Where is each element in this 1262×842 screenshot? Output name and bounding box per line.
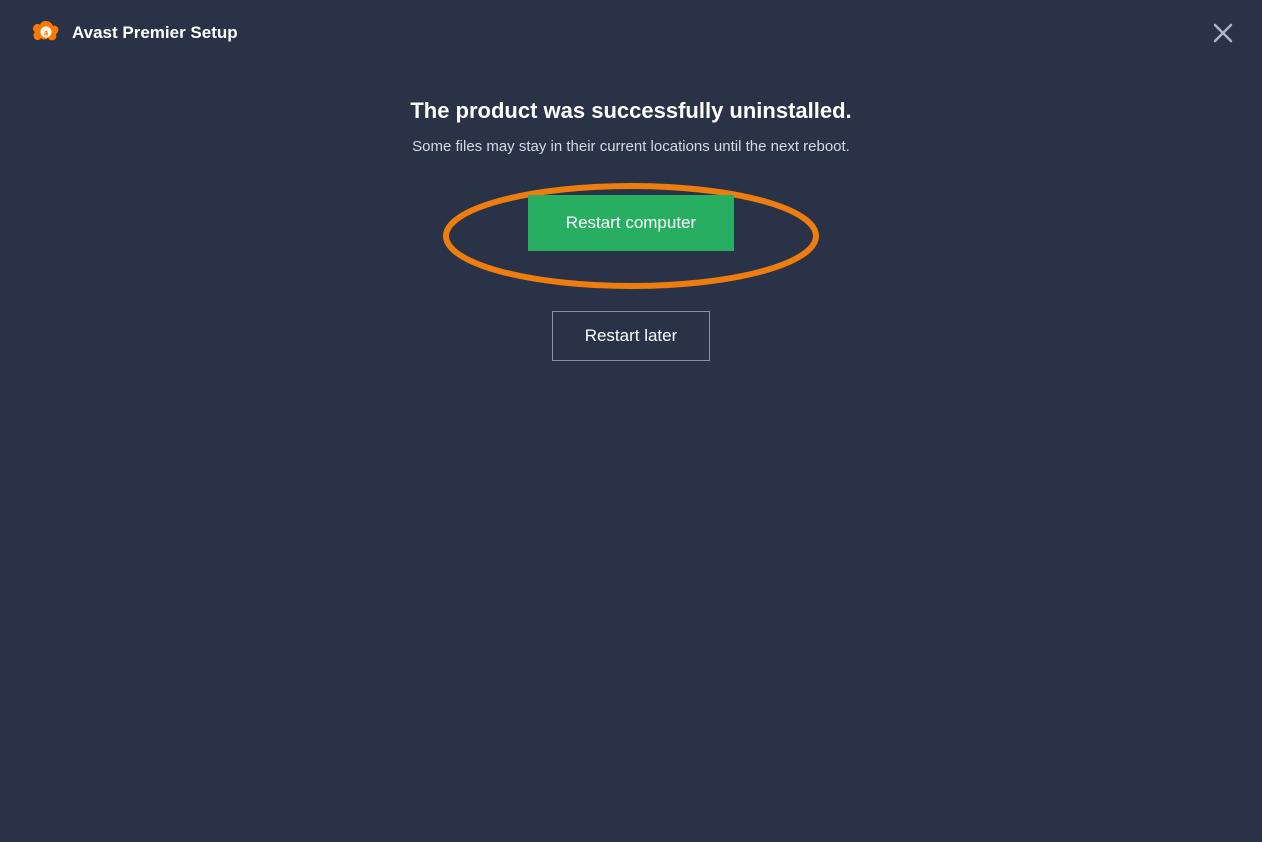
close-icon: [1212, 22, 1234, 44]
avast-logo-icon: a: [32, 19, 60, 47]
restart-computer-button[interactable]: Restart computer: [528, 195, 734, 251]
main-content: The product was successfully uninstalled…: [0, 66, 1262, 361]
button-wrapper: Restart computer Restart later: [528, 195, 734, 361]
header-left: a Avast Premier Setup: [32, 19, 238, 47]
header: a Avast Premier Setup: [0, 0, 1262, 66]
reboot-notice-text: Some files may stay in their current loc…: [412, 138, 850, 155]
svg-text:a: a: [44, 29, 49, 38]
close-button[interactable]: [1208, 18, 1238, 48]
restart-later-button[interactable]: Restart later: [552, 311, 711, 361]
uninstall-success-heading: The product was successfully uninstalled…: [410, 98, 851, 124]
app-title: Avast Premier Setup: [72, 23, 238, 43]
